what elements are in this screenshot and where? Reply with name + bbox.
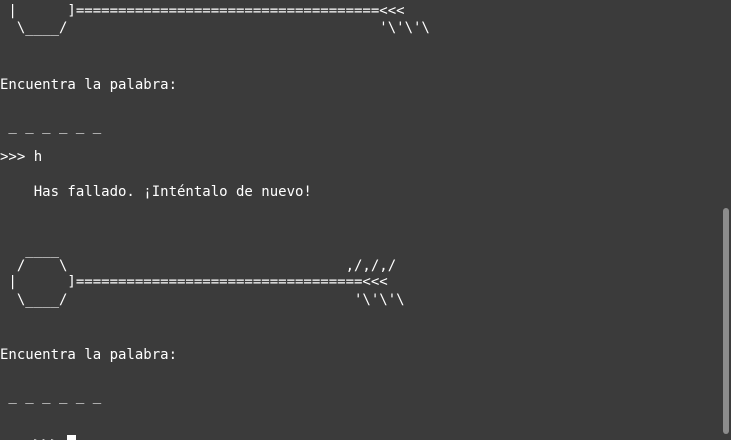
terminal-line: Encuentra la palabra: (0, 77, 178, 93)
terminal-line: | ]====================================<… (0, 3, 405, 19)
terminal-line: / \ ,/,/,/ (0, 258, 397, 274)
vertical-scrollbar[interactable] (720, 0, 731, 440)
prompt-text: >>> (34, 435, 68, 440)
terminal-line: | ]==================================<<< (0, 274, 388, 290)
scrollbar-thumb[interactable] (723, 208, 729, 434)
terminal-line: \____/ '\'\'\ (0, 292, 405, 308)
terminal-line: \____/ '\'\'\ (0, 20, 430, 36)
text-cursor (67, 435, 77, 440)
terminal-line: _ _ _ _ _ _ (0, 388, 102, 404)
terminal-line: Has fallado. ¡Inténtalo de nuevo! (0, 184, 312, 200)
terminal-window[interactable]: | ]====================================<… (0, 0, 720, 440)
terminal-line: ____ (0, 242, 60, 258)
terminal-line: >>> h (0, 149, 43, 165)
terminal-line: Encuentra la palabra: (0, 347, 178, 363)
terminal-line: _ _ _ _ _ _ (0, 118, 102, 134)
input-prompt-line[interactable]: >>> (0, 418, 77, 440)
